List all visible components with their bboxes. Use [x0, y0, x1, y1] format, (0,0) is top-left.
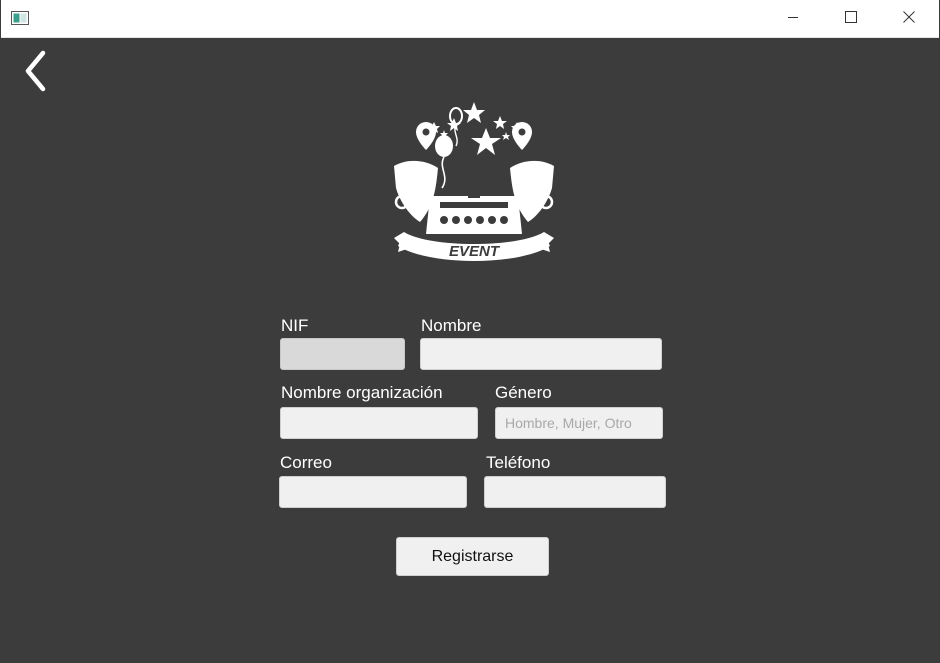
app-icon — [11, 11, 29, 25]
telefono-label: Teléfono — [486, 453, 551, 472]
logo-text: EVENT — [449, 243, 501, 260]
maximize-icon — [845, 10, 857, 28]
genero-label: Género — [495, 383, 552, 402]
nif-field[interactable] — [280, 338, 405, 370]
event-logo: EVENT — [390, 98, 558, 270]
organizacion-field[interactable] — [280, 407, 478, 439]
title-bar — [1, 0, 939, 38]
close-icon — [903, 10, 915, 28]
correo-label: Correo — [280, 453, 332, 472]
minimize-button[interactable] — [764, 0, 822, 37]
correo-field[interactable] — [279, 476, 467, 508]
nombre-label: Nombre — [421, 316, 482, 335]
maximize-button[interactable] — [822, 0, 880, 37]
organizacion-label: Nombre organización — [281, 383, 443, 402]
nif-label: NIF — [281, 316, 309, 335]
app-window: EVENT NIF Nombre Nombre organización Gén… — [0, 0, 940, 663]
genero-field[interactable] — [495, 407, 663, 439]
minimize-icon — [787, 10, 799, 28]
registration-view: EVENT NIF Nombre Nombre organización Gén… — [1, 38, 939, 663]
chevron-left-icon — [23, 49, 49, 98]
nombre-field[interactable] — [420, 338, 662, 370]
back-button[interactable] — [19, 50, 53, 96]
telefono-field[interactable] — [484, 476, 666, 508]
register-button[interactable]: Registrarse — [396, 537, 549, 576]
close-button[interactable] — [880, 0, 938, 37]
